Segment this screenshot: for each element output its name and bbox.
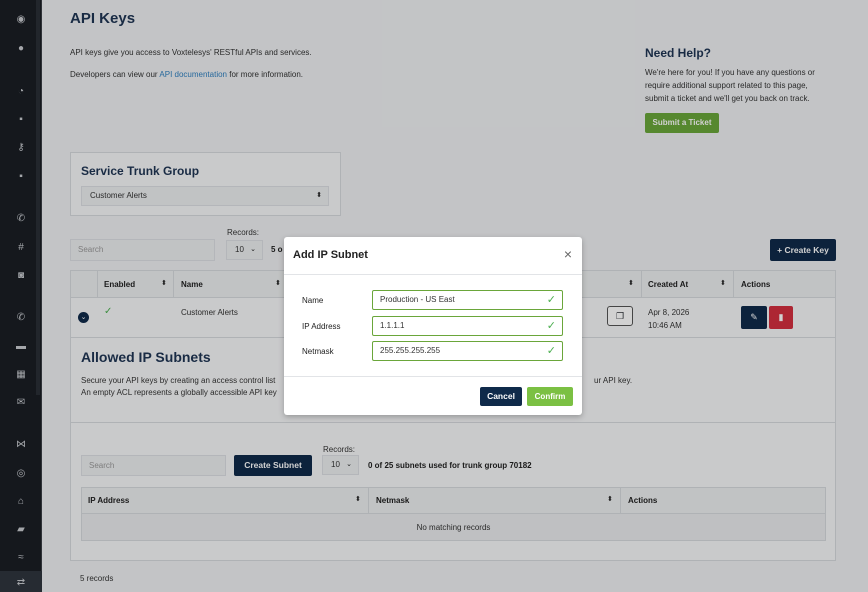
valid-check-icon: ✓	[546, 345, 556, 357]
netmask-value: 255.255.255.255	[380, 346, 441, 355]
ip-address-field[interactable]: 1.1.1.1 ✓	[372, 316, 563, 336]
name-field[interactable]: Production - US East ✓	[372, 290, 563, 310]
netmask-field[interactable]: 255.255.255.255 ✓	[372, 341, 563, 361]
ip-address-value: 1.1.1.1	[380, 321, 405, 330]
name-label: Name	[302, 296, 324, 305]
ip-address-label: IP Address	[302, 322, 341, 331]
modal-divider	[284, 376, 582, 377]
name-value: Production - US East	[380, 295, 455, 304]
modal-title: Add IP Subnet	[293, 249, 368, 261]
confirm-button[interactable]: Confirm	[527, 387, 573, 406]
valid-check-icon: ✓	[546, 320, 556, 332]
add-ip-subnet-modal: Add IP Subnet × Name Production - US Eas…	[284, 237, 582, 415]
valid-check-icon: ✓	[546, 294, 556, 306]
close-icon[interactable]: ×	[564, 246, 572, 262]
cancel-button[interactable]: Cancel	[480, 387, 522, 406]
modal-divider	[284, 274, 582, 275]
netmask-label: Netmask	[302, 347, 334, 356]
